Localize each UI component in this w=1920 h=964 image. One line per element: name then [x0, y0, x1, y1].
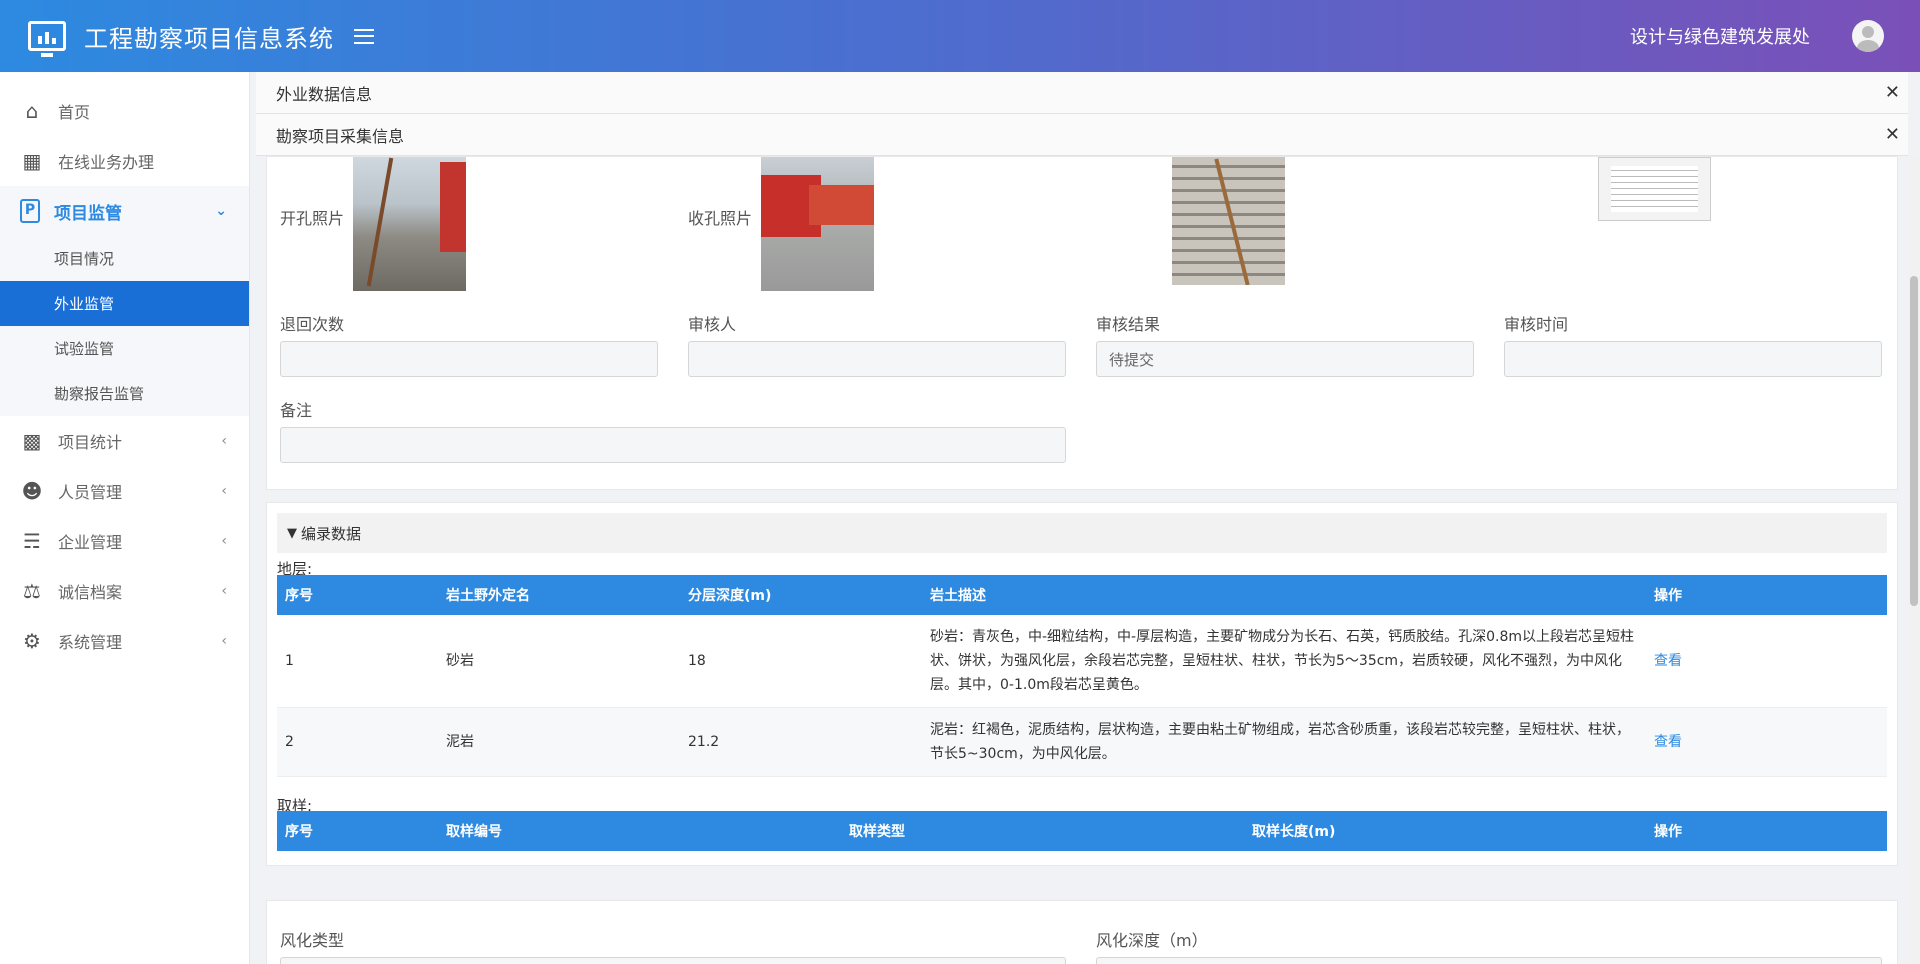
chevron-down-icon: ⌄ — [215, 203, 227, 219]
row-number: 2 — [285, 734, 294, 750]
monitor-logo-icon — [28, 21, 66, 57]
row-number: 1 — [285, 653, 294, 669]
records-card: ▼ 编录数据 地层: 序号 岩土野外定名 分层深度(m) 岩土描述 操作 1 砂… — [266, 502, 1898, 866]
chevron-left-icon: ‹ — [221, 433, 227, 449]
close-hole-photo[interactable] — [761, 157, 874, 291]
core-photo[interactable] — [1172, 157, 1285, 285]
page-scrollbar[interactable] — [1908, 156, 1920, 964]
sidebar-item-enterprise[interactable]: ☴ 企业管理 ‹ — [0, 516, 249, 566]
chevron-left-icon: ‹ — [221, 633, 227, 649]
chevron-left-icon: ‹ — [221, 533, 227, 549]
soil-name: 泥岩 — [446, 734, 474, 750]
weathering-depth-label: 风化深度（m） — [1096, 931, 1208, 950]
scale-icon: ⚖ — [23, 579, 41, 603]
sidebar-item-project-supervision[interactable]: P 项目监管 ⌄ — [0, 186, 249, 236]
column-header: 分层深度(m) — [688, 588, 772, 604]
sidebar-sub-field-supervision[interactable]: 外业监管 — [0, 281, 249, 326]
review-card: 开孔照片 收孔照片 退回次数 审核人 审核结果 审核时间 备注 — [266, 156, 1898, 490]
sidebar-item-home[interactable]: ⌂ 首页 — [0, 86, 249, 136]
column-header: 取样编号 — [446, 824, 502, 840]
scrollbar-thumb[interactable] — [1910, 276, 1918, 606]
remark-label: 备注 — [280, 401, 313, 420]
top-header: 工程勘察项目信息系统 设计与绿色建筑发展处 — [0, 0, 1920, 72]
review-result-field[interactable] — [1096, 341, 1474, 377]
sidebar-sub-report-supervision[interactable]: 勘察报告监管 — [0, 371, 249, 416]
column-header: 取样类型 — [849, 824, 905, 840]
record-sheet-photo[interactable] — [1598, 157, 1711, 221]
review-time-label: 审核时间 — [1504, 315, 1569, 334]
chevron-left-icon: ‹ — [221, 583, 227, 599]
records-collapse-toggle[interactable]: ▼ 编录数据 — [277, 513, 1887, 553]
tab-field-data[interactable]: 外业数据信息 ✕ — [256, 72, 1908, 114]
column-header: 操作 — [1654, 824, 1682, 840]
sidebar-item-personnel[interactable]: ☻ 人员管理 ‹ — [0, 466, 249, 516]
sidebar-item-system[interactable]: ⚙ 系统管理 ‹ — [0, 616, 249, 666]
return-count-field[interactable] — [280, 341, 658, 377]
review-result-label: 审核结果 — [1096, 315, 1161, 334]
close-icon[interactable]: ✕ — [1885, 82, 1900, 103]
weathering-type-field[interactable] — [280, 957, 1066, 964]
sidebar: ⌂ 首页 ▦ 在线业务办理 P 项目监管 ⌄ 项目情况 外业监管 试验监管 勘察… — [0, 72, 250, 964]
open-hole-photo[interactable] — [353, 157, 466, 291]
home-icon: ⌂ — [25, 99, 39, 123]
reviewer-field[interactable] — [688, 341, 1066, 377]
gear-icon: ⚙ — [23, 629, 41, 653]
weathering-depth-field[interactable] — [1096, 957, 1882, 964]
strata-table: 序号 岩土野外定名 分层深度(m) 岩土描述 操作 1 砂岩 18 砂岩：青灰色… — [277, 575, 1887, 777]
contact-card-icon: ▦ — [22, 149, 42, 173]
soil-description: 泥岩：红褐色，泥质结构，层状构造，主要由粘土矿物组成，岩芯含砂质重，该段岩芯较完… — [930, 722, 1630, 762]
strata-table-header: 序号 岩土野外定名 分层深度(m) 岩土描述 操作 — [277, 575, 1887, 615]
cubes-icon: ▩ — [22, 429, 42, 453]
remark-field[interactable] — [280, 427, 1066, 463]
app-title: 工程勘察项目信息系统 — [84, 24, 334, 53]
column-header: 岩土描述 — [930, 588, 986, 604]
open-hole-photo-label: 开孔照片 — [280, 209, 345, 228]
tab-collection-info[interactable]: 勘察项目采集信息 ✕ — [256, 114, 1908, 156]
menu-toggle-icon[interactable] — [354, 28, 374, 44]
sidebar-sub-test-supervision[interactable]: 试验监管 — [0, 326, 249, 371]
weathering-card: 风化类型 风化深度（m） — [266, 900, 1898, 964]
close-icon[interactable]: ✕ — [1885, 124, 1900, 145]
table-row: 2 泥岩 21.2 泥岩：红褐色，泥质结构，层状构造，主要由粘土矿物组成，岩芯含… — [277, 707, 1887, 777]
sample-table-header: 序号 取样编号 取样类型 取样长度(m) 操作 — [277, 811, 1887, 851]
return-count-label: 退回次数 — [280, 315, 345, 334]
main-content: 外业数据信息 ✕ 勘察项目采集信息 ✕ 开孔照片 收孔照片 退回次数 审核人 审… — [250, 72, 1908, 964]
close-hole-photo-label: 收孔照片 — [688, 209, 753, 228]
sidebar-item-project-statistics[interactable]: ▩ 项目统计 ‹ — [0, 416, 249, 466]
chevron-down-icon: ▼ — [287, 525, 297, 541]
sidebar-item-online-business[interactable]: ▦ 在线业务办理 — [0, 136, 249, 186]
sidebar-item-credit-archive[interactable]: ⚖ 诚信档案 ‹ — [0, 566, 249, 616]
view-link[interactable]: 查看 — [1654, 653, 1682, 669]
soil-description: 砂岩：青灰色，中-细粒结构，中-厚层构造，主要矿物成分为长石、石英，钙质胶结。孔… — [930, 629, 1635, 693]
column-header: 序号 — [285, 588, 313, 604]
column-header: 岩土野外定名 — [446, 588, 530, 604]
soil-name: 砂岩 — [446, 653, 474, 669]
user-avatar[interactable] — [1852, 20, 1884, 52]
column-header: 取样长度(m) — [1252, 824, 1336, 840]
project-p-icon: P — [20, 199, 40, 223]
sidebar-sub-project-status[interactable]: 项目情况 — [0, 236, 249, 281]
org-chart-icon: ☴ — [23, 529, 41, 553]
department-name[interactable]: 设计与绿色建筑发展处 — [1630, 23, 1810, 49]
weathering-type-label: 风化类型 — [280, 931, 345, 950]
layer-depth: 18 — [688, 653, 706, 669]
column-header: 序号 — [285, 824, 313, 840]
sample-table: 序号 取样编号 取样类型 取样长度(m) 操作 — [277, 811, 1887, 851]
chevron-left-icon: ‹ — [221, 483, 227, 499]
table-row: 1 砂岩 18 砂岩：青灰色，中-细粒结构，中-厚层构造，主要矿物成分为长石、石… — [277, 615, 1887, 708]
user-circle-icon: ☻ — [21, 479, 43, 503]
view-link[interactable]: 查看 — [1654, 734, 1682, 750]
column-header: 操作 — [1654, 588, 1682, 604]
layer-depth: 21.2 — [688, 734, 720, 750]
review-time-field[interactable] — [1504, 341, 1882, 377]
reviewer-label: 审核人 — [688, 315, 737, 334]
